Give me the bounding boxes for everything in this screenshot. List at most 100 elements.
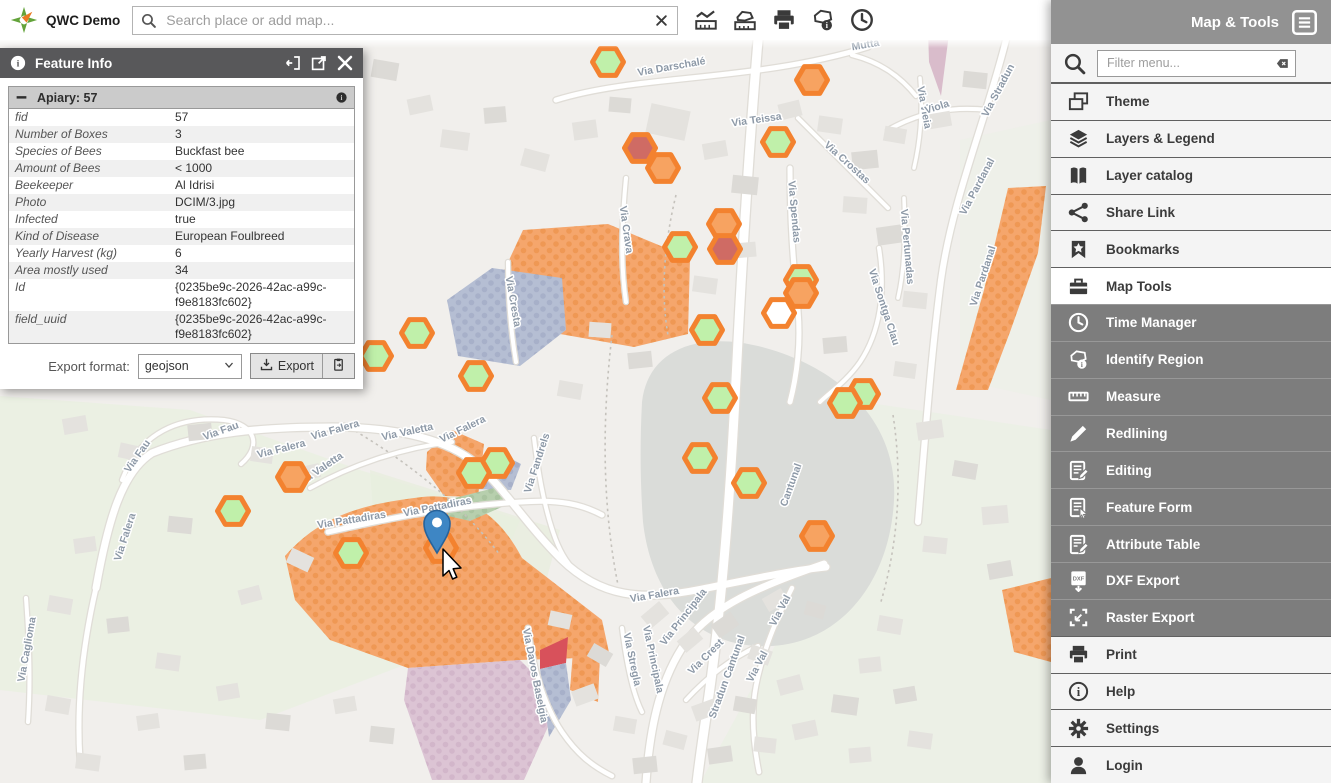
search-clear-icon[interactable]	[655, 14, 668, 27]
attribute-value: {0235be9c-2026-42ac-a99c-f9e8183fc602}	[169, 279, 355, 311]
apiary-marker-green[interactable]	[593, 49, 624, 76]
help-icon: i	[1066, 680, 1090, 703]
sidebar-item-help[interactable]: iHelp	[1051, 673, 1331, 710]
apiary-marker-green[interactable]	[218, 498, 249, 525]
sidebar-header: Map & Tools	[1051, 0, 1331, 44]
apiary-marker-green[interactable]	[461, 363, 492, 390]
print-tool-icon[interactable]	[771, 7, 797, 33]
sidebar-item-label: Measure	[1106, 389, 1161, 404]
feature-info-panel: i Feature Info Apiary: 57 i fid57Number …	[0, 48, 363, 389]
sidebar-item-attribute-table[interactable]: Attribute Table	[1051, 525, 1331, 562]
feature-info-title: Feature Info	[35, 56, 276, 71]
attribute-row: BeekeeperAl Idrisi	[9, 177, 355, 194]
bookmark-icon	[1066, 238, 1090, 261]
download-icon	[259, 357, 274, 375]
apiary-marker-green[interactable]	[336, 540, 367, 567]
time-manager-tool-icon[interactable]	[849, 7, 875, 33]
attribute-label: Beekeeper	[9, 177, 170, 194]
apiary-marker-orange[interactable]	[802, 523, 833, 550]
chevron-down-icon	[223, 359, 235, 374]
attribute-row: field_uuid{0235be9c-2026-42ac-a99c-f9e81…	[9, 311, 355, 344]
apiary-marker-green[interactable]	[692, 317, 723, 344]
feature-info-circle-icon[interactable]: i	[335, 91, 348, 104]
feature-section-header[interactable]: Apiary: 57 i	[8, 86, 355, 109]
sidebar-item-print[interactable]: Print	[1051, 636, 1331, 673]
attribute-row: Id{0235be9c-2026-42ac-a99c-f9e8183fc602}	[9, 279, 355, 311]
sidebar-item-login[interactable]: Login	[1051, 746, 1331, 783]
sidebar-item-dxf-export[interactable]: DXF DXF Export	[1051, 562, 1331, 599]
apiary-marker-green[interactable]	[734, 470, 765, 497]
search-input[interactable]	[164, 11, 646, 29]
apiary-marker-green[interactable]	[763, 129, 794, 156]
identify-tool-icon[interactable]: i	[810, 7, 836, 33]
apiary-marker-green[interactable]	[402, 320, 433, 347]
attribute-label: Number of Boxes	[9, 126, 170, 143]
apiary-marker-green[interactable]	[459, 460, 490, 487]
export-format-select[interactable]: geojson	[138, 354, 242, 379]
apiary-marker-red[interactable]	[710, 236, 741, 263]
export-button-group: Export	[250, 353, 355, 379]
collapse-icon[interactable]	[15, 91, 28, 104]
apiary-marker-orange[interactable]	[278, 464, 309, 491]
apiary-marker-green[interactable]	[830, 390, 861, 417]
apiary-marker-green[interactable]	[361, 343, 392, 370]
export-button[interactable]: Export	[251, 354, 322, 378]
sidebar-item-map-tools[interactable]: Map Tools	[1051, 267, 1331, 304]
svg-text:DXF: DXF	[1072, 577, 1084, 583]
apiary-marker-green[interactable]	[705, 385, 736, 412]
sidebar-item-layer-catalog[interactable]: Layer catalog	[1051, 157, 1331, 194]
attribute-value: Al Idrisi	[169, 177, 355, 194]
attribute-label: Infected	[9, 211, 170, 228]
apiary-marker-orange[interactable]	[797, 67, 828, 94]
sidebar-title: Map & Tools	[1191, 14, 1279, 31]
attribute-row: Amount of Bees< 1000	[9, 160, 355, 177]
dock-icon[interactable]	[284, 54, 302, 72]
identify-region-tool-icon[interactable]	[732, 7, 758, 33]
sidebar-item-theme[interactable]: Theme	[1051, 83, 1331, 120]
sidebar-item-time-manager[interactable]: Time Manager	[1051, 304, 1331, 341]
measure-tool-icon[interactable]	[693, 7, 719, 33]
menu-icon[interactable]	[1291, 9, 1318, 36]
filter-menu-input[interactable]	[1105, 55, 1275, 71]
sidebar-item-bookmarks[interactable]: Bookmarks	[1051, 230, 1331, 267]
copy-to-clipboard-button[interactable]	[322, 354, 354, 378]
backspace-icon[interactable]	[1275, 56, 1290, 71]
sidebar-item-label: Login	[1106, 758, 1143, 773]
close-icon[interactable]	[336, 54, 354, 72]
apiary-marker-green[interactable]	[685, 445, 716, 472]
feature-info-header: i Feature Info	[0, 48, 363, 78]
share-icon	[1066, 201, 1090, 224]
sidebar-item-settings[interactable]: Settings	[1051, 709, 1331, 746]
attribute-value: European Foulbreed	[169, 228, 355, 245]
apiary-marker-white[interactable]	[764, 300, 795, 327]
svg-text:i: i	[17, 59, 20, 70]
apiary-marker-green[interactable]	[665, 234, 696, 261]
sidebar-item-measure[interactable]: Measure	[1051, 378, 1331, 415]
sidebar-item-layers-legend[interactable]: Layers & Legend	[1051, 120, 1331, 157]
svg-text:i: i	[1076, 685, 1080, 699]
sidebar-item-label: Layer catalog	[1106, 168, 1193, 183]
filter-menu-field[interactable]	[1097, 50, 1296, 77]
sidebar-item-label: Editing	[1106, 463, 1152, 478]
app-title: QWC Demo	[46, 13, 120, 28]
sidebar-item-share-link[interactable]: Share Link	[1051, 194, 1331, 231]
sidebar-item-redlining[interactable]: Redlining	[1051, 415, 1331, 452]
attribute-label: Species of Bees	[9, 143, 170, 160]
export-format-label: Export format:	[48, 359, 130, 374]
sidebar-item-label: DXF Export	[1106, 573, 1180, 588]
sidebar-item-feature-form[interactable]: Feature Form	[1051, 488, 1331, 525]
sidebar-item-identify-region[interactable]: iIdentify Region	[1051, 341, 1331, 378]
theme-icon	[1066, 90, 1090, 113]
apiary-marker-orange[interactable]	[648, 155, 679, 182]
sidebar-item-raster-export[interactable]: Raster Export	[1051, 599, 1331, 636]
topbar: QWC Demo i	[0, 0, 1051, 40]
search-bar[interactable]	[132, 6, 678, 35]
maptools-icon	[1066, 275, 1090, 298]
maximize-icon[interactable]	[310, 54, 328, 72]
feature-info-body: Apiary: 57 i fid57Number of Boxes3Specie…	[0, 78, 363, 389]
clock-icon	[1066, 311, 1090, 334]
sidebar-item-editing[interactable]: Editing	[1051, 451, 1331, 488]
search-icon	[140, 12, 157, 29]
svg-text:i: i	[341, 94, 343, 102]
attribute-value: 3	[169, 126, 355, 143]
